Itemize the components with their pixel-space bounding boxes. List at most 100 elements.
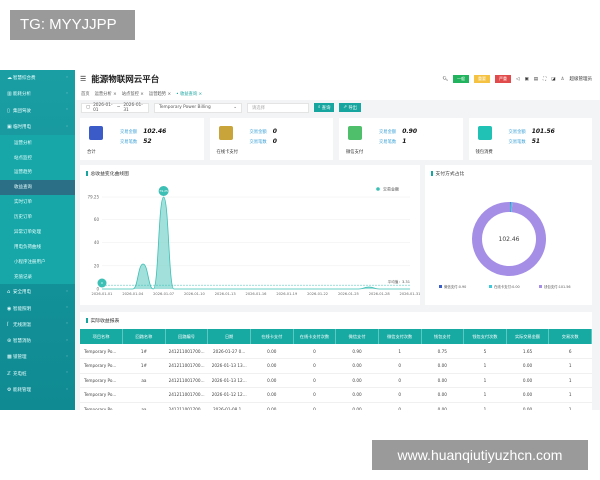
revenue-table: 项目名称 回路名称 回路编号 日期 在线卡支付 在线卡支付次数 微信支付 微信支付次数 钱包支付…	[80, 329, 592, 410]
table-cell: Temporary Po...	[80, 387, 123, 403]
chevron-down-icon: ˅	[66, 371, 68, 377]
sidebar-subitem[interactable]: 运营趋势	[0, 165, 75, 180]
sidebar-subitem[interactable]: 用电负荷曲线	[0, 239, 75, 254]
speaker-icon[interactable]: ◁	[516, 77, 519, 82]
table-row[interactable]: Temporary Po... 241211001700... 2026-01-12…	[80, 387, 592, 403]
query-button[interactable]: ⌕ 查询	[314, 103, 335, 112]
table-cell: 0.00	[421, 387, 464, 403]
sidebar-subitem[interactable]: 站点监控	[0, 150, 75, 165]
column-header[interactable]: 微信支付次数	[378, 329, 422, 344]
date-start: 2026-01-01	[93, 102, 113, 113]
column-header[interactable]: 回路名称	[122, 329, 166, 344]
badge-normal[interactable]: 一般	[453, 75, 470, 83]
billing-select[interactable]: Temporary Power Billing ⌄	[154, 102, 242, 113]
table-cell: 0.00	[335, 358, 379, 374]
legend-label[interactable]: 微信支付:0.90	[444, 284, 466, 289]
sidebar-subitem[interactable]: 异常订单处理	[0, 225, 75, 240]
sidebar-item[interactable]: ǐ 无线测温 ˅	[0, 317, 75, 333]
tab-ops-trend[interactable]: 运营趋势 ×	[149, 91, 171, 97]
table-cell: 0.00	[421, 402, 464, 410]
column-header[interactable]: 实际交易金额	[506, 329, 550, 344]
table-cell: 2026-01-13 13...	[207, 358, 251, 374]
image-icon[interactable]: ▤	[534, 77, 538, 82]
date-range-picker[interactable]: ▢ 2026-01-01 ~ 2026-01-31	[81, 102, 149, 113]
x-tick-label: 2026-01-16	[246, 292, 268, 296]
sidebar-item[interactable]: ⌂ 安全用电 ˅	[0, 284, 75, 300]
table-row[interactable]: Temporary Po... 1# 241211001700... 2026-01-…	[80, 358, 592, 374]
sidebar-item[interactable]: ▣ 临时用电 ˄	[0, 119, 75, 135]
sidebar-subitem[interactable]: 小程序注册用户	[0, 254, 75, 269]
header: ☰ 能源物联网云平台 🔍︎ 一般 重要 严重 ◁ ▣ ▤ ⛶ ◪ ♙ 超级管理员	[75, 70, 600, 88]
legend-label[interactable]: 在线卡支付:0.00	[494, 284, 520, 289]
search-icon[interactable]: 🔍︎	[442, 77, 448, 82]
circuit-select[interactable]: 请选择	[247, 102, 309, 113]
sidebar-subitem[interactable]: 历史订单	[0, 210, 75, 225]
sidebar-item[interactable]: ◉ 智能照明 ˅	[0, 300, 75, 316]
table-row[interactable]: Temporary Po... 1# 241211001700... 2026-01-…	[80, 344, 592, 359]
sidebar-item-label: 智能照明	[13, 306, 31, 312]
user-name[interactable]: 超级管理员	[570, 76, 593, 82]
watermark-bottom: www.huanqiutiyuzhcn.com	[372, 440, 588, 470]
table-row[interactable]: Temporary Po... aa 241211001700... 2026-01-…	[80, 373, 592, 388]
table-cell: 1.65	[506, 344, 549, 359]
sidebar-item[interactable]: ▩ 锁管理 ˅	[0, 349, 75, 365]
sidebar-item[interactable]: ☁ 智慧综合费 ˅	[0, 70, 75, 86]
table-cell: 0.00	[506, 402, 549, 410]
sidebar-item-label: 能耗分析	[13, 92, 31, 98]
sidebar-item[interactable]: ⊛ 智慧消防 ˅	[0, 333, 75, 349]
sidebar-subitem-label: 运营分析	[14, 140, 32, 146]
sidebar-item[interactable]: ▯ 集团驾驶 ˅	[0, 103, 75, 119]
sidebar-subitem-label: 小程序注册用户	[14, 259, 46, 265]
column-header[interactable]: 在线卡支付次数	[293, 329, 337, 344]
column-header[interactable]: 钱包支付次数	[463, 329, 507, 344]
table-cell: 5	[463, 344, 507, 359]
column-header[interactable]: 在线卡支付	[250, 329, 294, 344]
sidebar-subitem[interactable]: 运营分析	[0, 135, 75, 150]
table-row[interactable]: Temporary Po... aa 241211001700... 2026-01-…	[80, 402, 592, 410]
table-cell: 1	[548, 373, 592, 388]
badge-important[interactable]: 重要	[474, 75, 491, 83]
table-cell: 1	[463, 358, 507, 374]
sidebar-subitem[interactable]: 充值记录	[0, 269, 75, 284]
sidebar-item[interactable]: ℤ 充电桩 ˅	[0, 366, 75, 382]
summary-card: 交易金额 0.90 交易笔数 1 微信支付	[339, 118, 463, 160]
shirt-icon[interactable]: ♙	[560, 77, 564, 82]
table-cell: 241211001700...	[165, 387, 208, 403]
column-header[interactable]: 微信支付	[335, 329, 379, 344]
screen-icon[interactable]: ▣	[525, 77, 529, 82]
chevron-up-icon: ˄	[66, 124, 68, 130]
x-tick-label: 2026-01-19	[276, 292, 298, 296]
tab-home[interactable]: 首页	[81, 91, 90, 97]
table-cell: 0.00	[335, 387, 379, 403]
sidebar-item[interactable]: ▥ 能耗分析 ˅	[0, 86, 75, 102]
column-header[interactable]: 交易次数	[548, 329, 592, 344]
amount-row: 交易金额 0	[250, 128, 277, 135]
menu-toggle-icon[interactable]: ☰	[80, 75, 86, 83]
translate-icon[interactable]: ◪	[551, 77, 555, 82]
table-cell: 0	[378, 373, 421, 388]
tab-site-monitor[interactable]: 站点监控 ×	[122, 91, 144, 97]
column-header[interactable]: 项目名称	[80, 329, 124, 344]
table-cell: 1	[463, 387, 507, 403]
export-button[interactable]: ⇗ 导出	[339, 103, 361, 112]
table-cell: Temporary Po...	[80, 344, 123, 359]
tab-revenue-query[interactable]: • 收益查询 ×	[176, 91, 202, 97]
legend-label[interactable]: 钱包支付:101.56	[544, 284, 571, 289]
sidebar-subitem[interactable]: 实时订单	[0, 195, 75, 210]
donut-center-total: 102.46	[499, 236, 520, 243]
badge-severe[interactable]: 严重	[495, 75, 512, 83]
table-cell: 0.00	[506, 373, 549, 388]
count-label: 交易笔数	[379, 140, 397, 145]
column-header[interactable]: 日期	[207, 329, 251, 344]
table-cell: 0	[293, 358, 336, 374]
legend-label[interactable]: 交易金额	[383, 186, 399, 192]
table-cell: 0	[293, 387, 336, 403]
column-header[interactable]: 钱包支付	[421, 329, 465, 344]
fullscreen-icon[interactable]: ⛶	[543, 76, 546, 82]
table-cell: 0	[293, 402, 336, 410]
revenue-trend-panel: 总收益变化曲线图 0 20 40 60 79.25 2026-01-01 2026-01-0…	[80, 165, 420, 305]
column-header[interactable]: 回路编号	[165, 329, 209, 344]
tab-ops-analysis[interactable]: 运营分析 ×	[95, 91, 117, 97]
sidebar-item[interactable]: ⚙ 能耗管理 ˅	[0, 382, 75, 398]
sidebar-subitem[interactable]: 收益查询	[0, 179, 75, 195]
